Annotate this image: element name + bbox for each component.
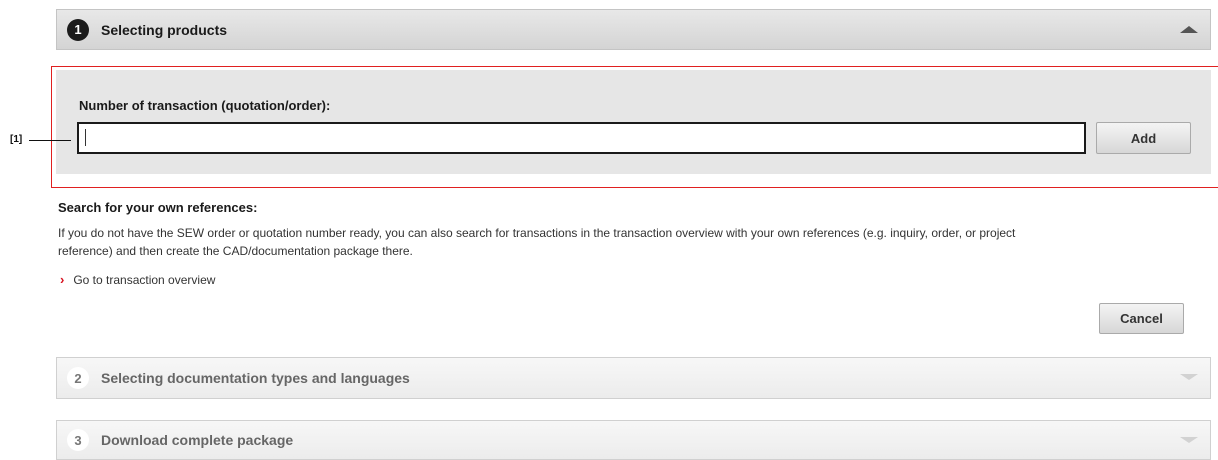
transaction-number-input[interactable] (77, 122, 1086, 154)
chevron-down-icon[interactable] (1180, 374, 1198, 380)
step-2-header[interactable]: 2 Selecting documentation types and lang… (56, 357, 1211, 399)
chevron-down-icon[interactable] (1180, 437, 1198, 443)
step-3-title: Download complete package (101, 432, 294, 448)
add-button[interactable]: Add (1096, 122, 1191, 154)
search-references-heading: Search for your own references: (58, 200, 258, 215)
step-3-header[interactable]: 3 Download complete package (56, 420, 1211, 460)
chevron-up-icon[interactable] (1180, 26, 1198, 33)
step-2-number-badge: 2 (67, 367, 89, 389)
search-references-description: If you do not have the SEW order or quot… (58, 224, 1208, 260)
step-1-header[interactable]: 1 Selecting products (56, 9, 1211, 50)
callout-label: [1] (10, 134, 23, 145)
transaction-overview-link[interactable]: › Go to transaction overview (58, 272, 215, 287)
transaction-number-label: Number of transaction (quotation/order): (79, 98, 331, 113)
text-cursor (85, 129, 86, 146)
transaction-overview-link-text[interactable]: Go to transaction overview (73, 273, 215, 287)
chevron-right-icon: › (60, 272, 65, 287)
description-line-2: reference) and then create the CAD/docum… (58, 244, 413, 258)
cancel-button[interactable]: Cancel (1099, 303, 1184, 334)
step-1-number-badge: 1 (67, 18, 89, 41)
callout-line (29, 140, 71, 141)
step-1-title: Selecting products (101, 21, 228, 38)
step-2-title: Selecting documentation types and langua… (101, 370, 410, 386)
step-3-number-badge: 3 (67, 429, 89, 451)
description-line-1: If you do not have the SEW order or quot… (58, 226, 1016, 240)
